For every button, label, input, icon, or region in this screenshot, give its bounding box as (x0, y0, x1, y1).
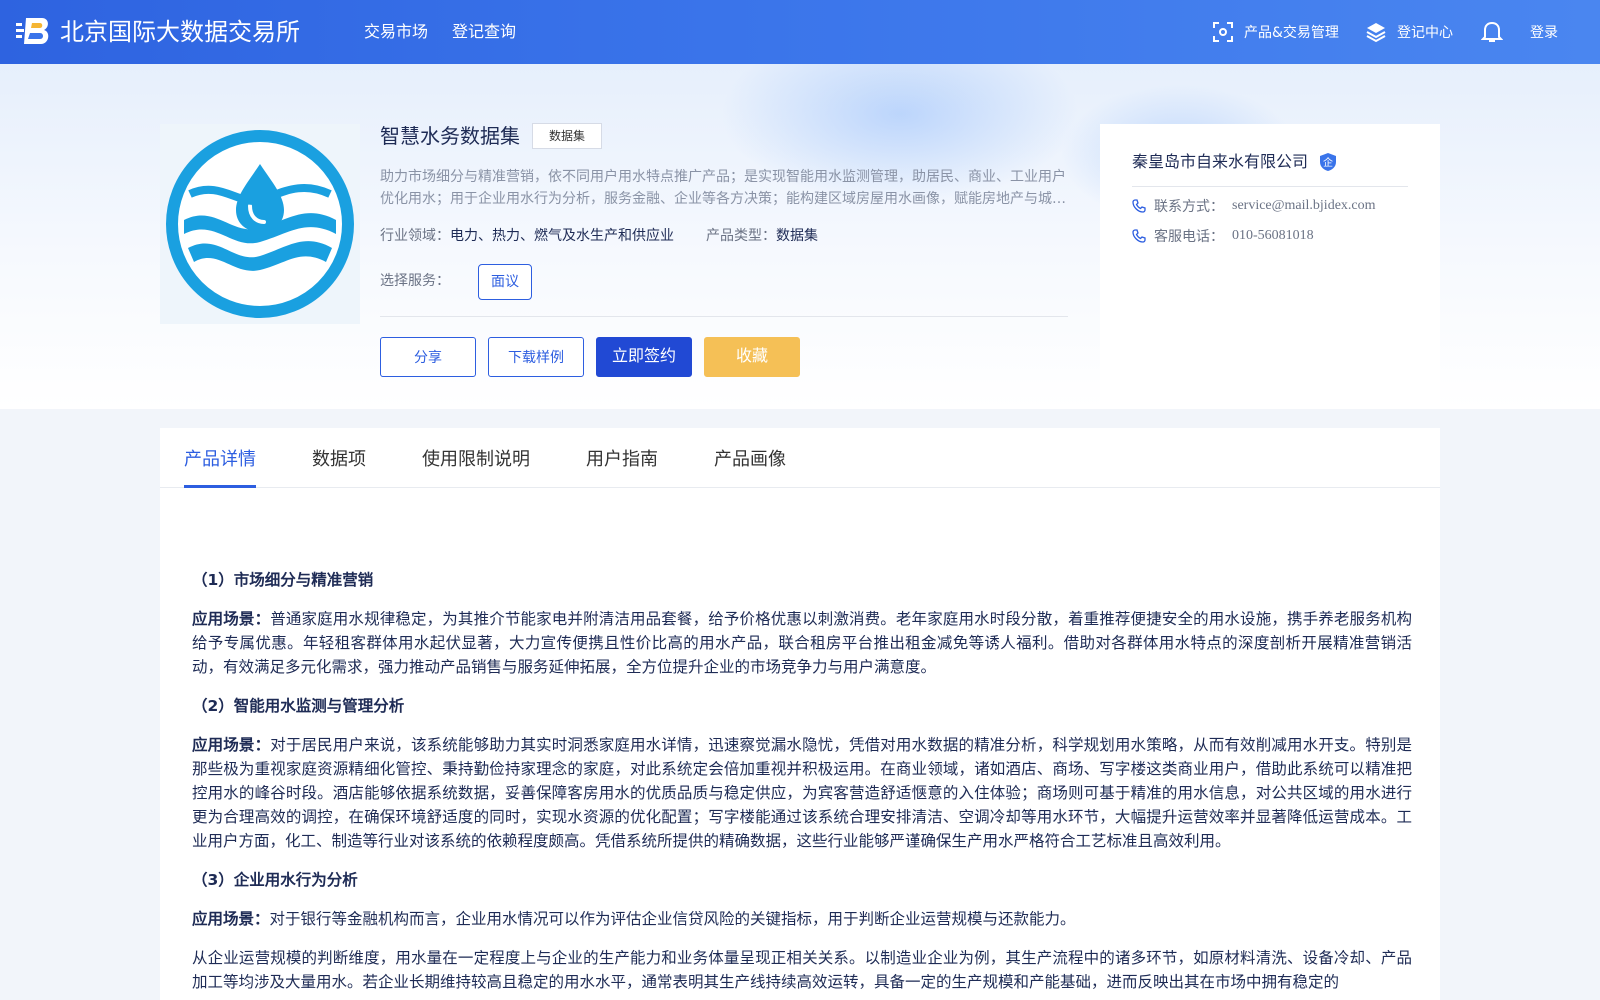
contact-email-row: 联系方式： service@mail.bjidex.com (1132, 196, 1376, 216)
product-type-field: 产品类型：数据集 (706, 226, 818, 246)
product-image (160, 124, 360, 324)
enterprise-verified-icon: 企 (1320, 153, 1336, 171)
service-select-label: 选择服务： (380, 273, 450, 289)
login-link[interactable]: 登录 (1530, 20, 1558, 44)
tab-user-guide[interactable]: 用户指南 (586, 448, 658, 472)
phone-icon (1132, 229, 1146, 243)
layers-icon (1366, 23, 1386, 43)
trailing-paragraph: 从企业运营规模的判断维度，用水量在一定程度上与企业的生产能力和业务体量呈现正相关… (192, 949, 1412, 991)
tab-product-details[interactable]: 产品详情 (184, 448, 256, 472)
tab-usage-restrictions[interactable]: 使用限制说明 (422, 448, 530, 472)
scenario-text: 对于居民用户来说，该系统能够助力其实时洞悉家庭用水详情，迅速察觉漏水隐忧，凭借对… (192, 736, 1412, 850)
scenario-text: 普通家庭用水规律稳定，为其推介节能家电并附清洁用品套餐，给予价格优惠以刺激消费。… (192, 610, 1412, 676)
industry-field: 行业领域：电力、热力、燃气及水生产和供应业 (380, 226, 674, 246)
product-detail-panel: 产品详情 数据项 使用限制说明 用户指南 产品画像 （1）市场细分与精准营销 应… (160, 428, 1440, 1000)
divider (1132, 186, 1408, 187)
detail-tabs: 产品详情 数据项 使用限制说明 用户指南 产品画像 (160, 428, 1440, 488)
provider-card: 秦皇岛市自来水有限公司 企 联系方式： service@mail.bjidex.… (1100, 124, 1440, 409)
product-type-value: 数据集 (776, 228, 818, 244)
download-sample-button[interactable]: 下载样例 (488, 337, 584, 377)
active-tab-indicator (184, 485, 256, 488)
tab-data-items[interactable]: 数据项 (312, 448, 366, 472)
product-trade-management-link[interactable]: 产品&交易管理 (1212, 20, 1339, 44)
divider (380, 316, 1068, 317)
product-title: 智慧水务数据集 (380, 124, 520, 148)
service-option-negotiable[interactable]: 面议 (478, 264, 532, 300)
phone-icon (1132, 199, 1146, 213)
tab-product-portrait[interactable]: 产品画像 (714, 448, 786, 472)
section-heading: （3）企业用水行为分析 (192, 871, 358, 889)
product-detail-article: （1）市场细分与精准营销 应用场景：普通家庭用水规律稳定，为其推介节能家电并附清… (192, 568, 1412, 1000)
contact-email: service@mail.bjidex.com (1232, 198, 1376, 213)
phone-label: 客服电话： (1154, 229, 1224, 245)
company-name[interactable]: 秦皇岛市自来水有限公司 (1132, 150, 1308, 174)
scan-focus-icon (1213, 22, 1233, 42)
sign-now-button[interactable]: 立即签约 (596, 337, 692, 377)
section-heading: （1）市场细分与精准营销 (192, 571, 374, 589)
service-phone-row: 客服电话： 010-56081018 (1132, 226, 1314, 246)
register-center-label: 登记中心 (1397, 25, 1453, 41)
scenario-label: 应用场景： (192, 736, 271, 754)
section-heading: （2）智能用水监测与管理分析 (192, 697, 405, 715)
scenario-label: 应用场景： (192, 910, 270, 928)
exchange-logo-icon[interactable] (16, 14, 52, 48)
section-paragraph: 应用场景：对于银行等金融机构而言，企业用水情况可以作为评估企业信贷风险的关键指标… (192, 907, 1412, 931)
product-trade-management-label: 产品&交易管理 (1244, 25, 1339, 41)
industry-value: 电力、热力、燃气及水生产和供应业 (450, 228, 674, 244)
login-label: 登录 (1530, 25, 1558, 41)
nav-registration-query[interactable]: 登记查询 (452, 22, 516, 42)
section-paragraph: 应用场景：普通家庭用水规律稳定，为其推介节能家电并附清洁用品套餐，给予价格优惠以… (192, 607, 1412, 679)
bell-icon (1481, 21, 1503, 42)
enterprise-badge-text: 企 (1323, 156, 1333, 169)
industry-label: 行业领域： (380, 228, 450, 244)
water-drop-logo-icon (166, 130, 354, 318)
product-type-label: 产品类型： (706, 228, 776, 244)
service-phone-number: 010-56081018 (1232, 228, 1314, 243)
nav-trading-market[interactable]: 交易市场 (364, 22, 428, 42)
scenario-text: 对于银行等金融机构而言，企业用水情况可以作为评估企业信贷风险的关键指标，用于判断… (269, 910, 1076, 928)
contact-label: 联系方式： (1154, 199, 1224, 215)
share-button[interactable]: 分享 (380, 337, 476, 377)
scenario-label: 应用场景： (192, 610, 271, 628)
product-type-tag: 数据集 (532, 123, 602, 149)
notification-button[interactable] (1481, 20, 1513, 44)
register-center-link[interactable]: 登记中心 (1365, 20, 1453, 44)
favorite-button[interactable]: 收藏 (704, 337, 800, 377)
brand-title[interactable]: 北京国际大数据交易所 (60, 16, 300, 48)
top-navigation-bar: 北京国际大数据交易所 交易市场 登记查询 产品&交易管理 登记中心 登录 (0, 0, 1600, 64)
product-description: 助力市场细分与精准营销，依不同用户用水特点推广产品；是实现智能用水监测管理，助居… (380, 169, 1066, 207)
section-paragraph: 应用场景：对于居民用户来说，该系统能够助力其实时洞悉家庭用水详情，迅速察觉漏水隐… (192, 733, 1412, 853)
